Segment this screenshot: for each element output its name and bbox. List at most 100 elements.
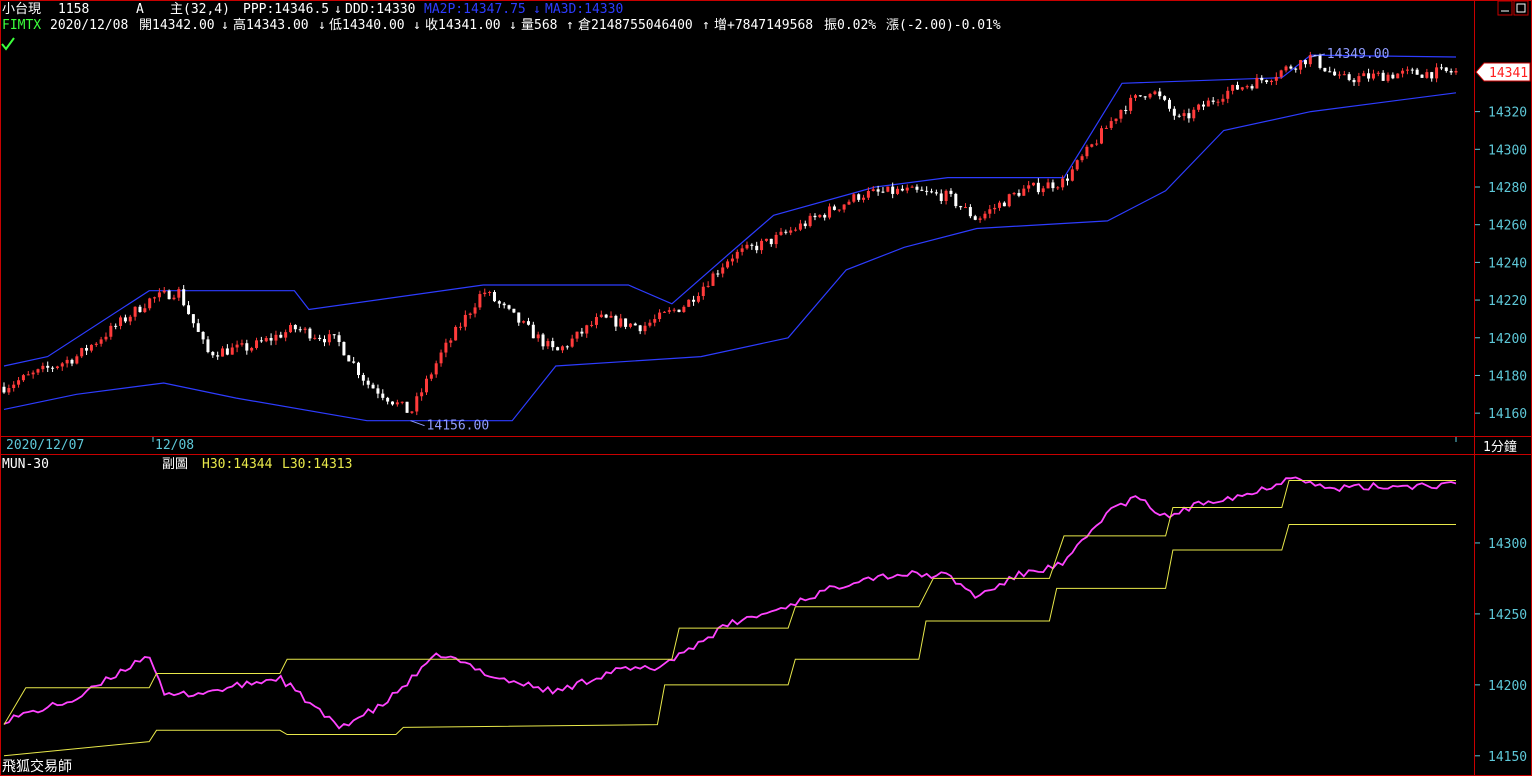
candle-body — [522, 321, 526, 323]
price-tag-value: 14341 — [1489, 66, 1528, 81]
high-arrow-icon: ↓ — [318, 18, 326, 33]
candle-body — [269, 337, 273, 341]
candle-body — [1099, 128, 1103, 144]
candle-body — [546, 341, 550, 347]
candle-body — [745, 244, 749, 249]
candle-body — [716, 273, 720, 275]
candle-body — [308, 328, 312, 339]
candle-body — [1279, 70, 1283, 77]
candle-body — [706, 285, 710, 287]
candle-body — [789, 230, 793, 233]
candle-body — [585, 325, 589, 334]
candle-body — [65, 359, 69, 364]
candle-body — [1274, 76, 1278, 81]
candle-body — [1080, 156, 1084, 161]
candle-body — [109, 325, 113, 337]
candle-body — [711, 273, 715, 286]
candle-body — [1405, 69, 1409, 71]
candle-body — [148, 298, 152, 309]
change-value: 漲(-2.00)-0.01% — [886, 18, 1001, 33]
candle-body — [187, 305, 191, 315]
candle-body — [17, 380, 21, 385]
candle-body — [857, 194, 861, 200]
candle-body — [395, 402, 399, 405]
candle-body — [89, 344, 93, 351]
channel-bands — [3, 54, 1457, 422]
candle-body — [46, 365, 50, 368]
minimize-button[interactable] — [1497, 0, 1513, 16]
outer-border — [0, 0, 1532, 776]
candle-body — [449, 340, 453, 343]
candle-body — [692, 299, 696, 302]
price-axis-label: 14220 — [1488, 294, 1527, 309]
candle-body — [774, 234, 778, 245]
candle-body — [1075, 160, 1079, 170]
candle-body — [196, 323, 200, 332]
candle-body — [1367, 73, 1371, 79]
amplitude-value: 振0.02% — [824, 18, 876, 33]
candle-body — [998, 202, 1002, 208]
candle-body — [886, 186, 890, 192]
candle-body — [1240, 87, 1244, 90]
candle-body — [915, 186, 919, 190]
candle-body — [1182, 113, 1186, 117]
period-selector[interactable]: 1分鐘 — [1483, 439, 1517, 455]
candle-body — [1284, 66, 1288, 71]
candle-body — [1177, 115, 1181, 117]
price-axis-label: 14280 — [1488, 181, 1527, 196]
candle-body — [1187, 113, 1191, 119]
candle-body — [1022, 188, 1026, 196]
maximize-button[interactable] — [1513, 0, 1529, 16]
oi-change-value: 增+7847149568 — [714, 18, 813, 33]
candle-body — [730, 258, 734, 262]
candle-body — [157, 292, 161, 298]
candle-body — [216, 355, 220, 357]
trading-chart-canvas[interactable]: 小台現 1158 A 主(32,4) PPP:14346.5 ↓ DDD:143… — [0, 0, 1532, 776]
candle-body — [298, 329, 302, 331]
candle-body — [740, 248, 744, 252]
candlestick-series — [2, 51, 1458, 416]
candle-body — [1172, 108, 1176, 116]
candle-body — [624, 318, 628, 327]
candle-body — [1085, 146, 1089, 157]
candle-body — [1362, 73, 1366, 77]
candle-body — [415, 396, 419, 412]
candle-body — [143, 308, 147, 313]
upper-band-line — [3, 54, 1457, 367]
candle-body — [813, 215, 817, 218]
candle-body — [153, 297, 157, 299]
candle-body — [1002, 202, 1006, 207]
candle-body — [463, 314, 467, 327]
check-icon — [1, 37, 15, 51]
price-axis-label: 14240 — [1488, 256, 1527, 271]
l30-value: L30:14313 — [282, 457, 352, 472]
candle-body — [172, 297, 176, 300]
candle-body — [662, 311, 666, 313]
candle-body — [619, 318, 623, 327]
candle-body — [1303, 60, 1307, 65]
candle-body — [1226, 90, 1230, 99]
candle-body — [677, 309, 681, 312]
open-interest-arrow-icon: ↑ — [702, 18, 710, 33]
candle-body — [881, 191, 885, 193]
candle-body — [1342, 74, 1346, 76]
candle-body — [536, 334, 540, 339]
candle-body — [580, 331, 584, 334]
candle-body — [784, 231, 788, 233]
candle-body — [497, 301, 501, 304]
price-axis-label: 14180 — [1488, 369, 1527, 384]
candle-body — [973, 216, 977, 220]
candle-body — [259, 340, 263, 342]
candle-body — [439, 352, 443, 364]
candle-body — [264, 337, 268, 342]
sub-panel-label: 副圖 — [162, 457, 188, 472]
candle-body — [1133, 95, 1137, 98]
low-value: 低14340.00 — [329, 18, 405, 33]
candle-body — [599, 314, 603, 318]
candle-body — [473, 307, 477, 314]
annotation-label: 14156.00 — [427, 419, 490, 434]
candle-body — [847, 201, 851, 205]
candle-body — [1260, 77, 1264, 81]
candle-body — [1211, 100, 1215, 102]
candle-body — [526, 321, 530, 325]
